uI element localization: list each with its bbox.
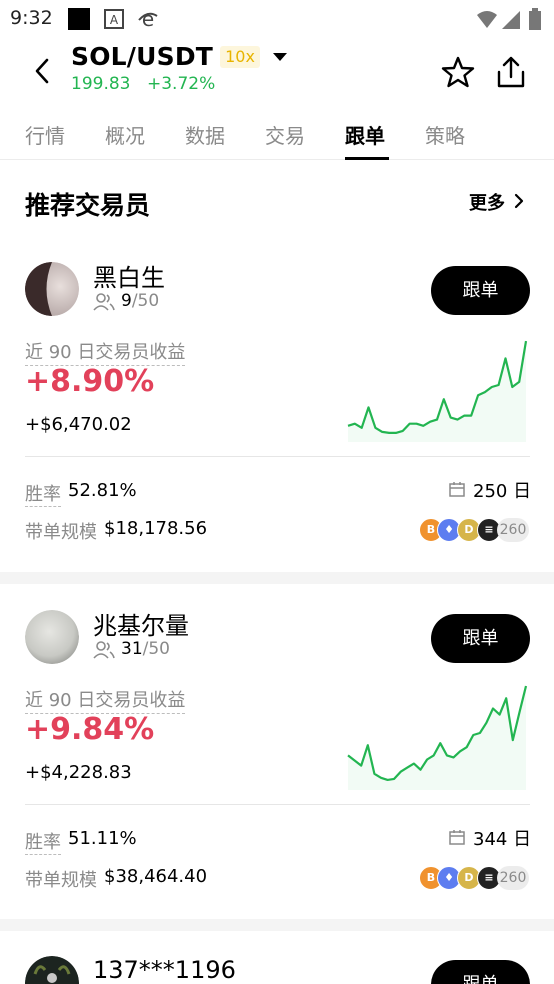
aum-value: $38,464.40 bbox=[104, 866, 208, 887]
card-divider bbox=[25, 804, 530, 805]
active-tab-indicator bbox=[345, 157, 389, 160]
battery-icon bbox=[529, 8, 541, 30]
roi-label: 近 90 日交易员收益 bbox=[25, 338, 186, 366]
win-rate-value: 51.11% bbox=[68, 828, 137, 849]
users-icon bbox=[93, 293, 115, 311]
wifi-icon bbox=[477, 11, 497, 28]
follower-current: 31 bbox=[121, 639, 143, 659]
card-divider bbox=[25, 456, 530, 457]
tab-strategy[interactable]: 策略 bbox=[425, 120, 465, 149]
pnl-value: +$6,470.02 bbox=[25, 414, 132, 435]
trader-name[interactable]: 黑白生 bbox=[93, 258, 165, 293]
roi-sparkline bbox=[347, 685, 528, 790]
coin-count: 260 bbox=[497, 518, 529, 542]
trader-card[interactable]: 黑白生 9/50 跟单 近 90 日交易员收益 +8.90% +$6,470.0… bbox=[0, 246, 554, 582]
roi-label: 近 90 日交易员收益 bbox=[25, 686, 186, 714]
follower-current: 9 bbox=[121, 291, 132, 311]
status-bar: 9:32 A e bbox=[0, 0, 554, 38]
header: SOL/USDT 10x 199.83 +3.72% bbox=[0, 38, 554, 106]
follower-count: 9/50 bbox=[121, 291, 159, 311]
caret-down-icon[interactable] bbox=[270, 48, 290, 66]
calendar-icon bbox=[449, 830, 465, 845]
status-time: 9:32 bbox=[10, 7, 53, 29]
pair-title[interactable]: SOL/USDT bbox=[71, 42, 213, 71]
copy-trade-button[interactable]: 跟单 bbox=[431, 614, 530, 663]
win-rate-label: 胜率 bbox=[25, 828, 61, 855]
chevron-right-icon[interactable] bbox=[513, 193, 525, 209]
calendar-icon bbox=[449, 482, 465, 497]
card-gap bbox=[0, 919, 554, 931]
roi-sparkline bbox=[347, 340, 528, 442]
trader-name[interactable]: 137***1196 bbox=[93, 956, 236, 984]
pnl-value: +$4,228.83 bbox=[25, 762, 132, 783]
back-icon[interactable] bbox=[28, 54, 58, 88]
a-keyboard-icon: A bbox=[104, 9, 124, 29]
star-icon[interactable] bbox=[440, 54, 476, 90]
trading-days: 250 日 bbox=[473, 481, 532, 502]
roi-value: +8.90% bbox=[25, 364, 155, 399]
tab-trade[interactable]: 交易 bbox=[265, 120, 305, 149]
coin-count: 260 bbox=[497, 866, 529, 890]
svg-text:A: A bbox=[110, 13, 119, 27]
follower-max: /50 bbox=[142, 639, 170, 659]
section-title: 推荐交易员 bbox=[25, 191, 151, 220]
share-icon[interactable] bbox=[494, 54, 528, 90]
avatar[interactable] bbox=[25, 956, 79, 984]
trader-card[interactable]: 兆基尔量 31/50 跟单 近 90 日交易员收益 +9.84% +$4,228… bbox=[0, 594, 554, 930]
more-link[interactable]: 更多 bbox=[469, 189, 505, 215]
avatar[interactable] bbox=[25, 610, 79, 664]
coin-list: B ♦ D ≡ 260 bbox=[419, 518, 531, 542]
win-rate-value: 52.81% bbox=[68, 480, 137, 501]
coin-list: B ♦ D ≡ 260 bbox=[419, 866, 531, 890]
price-change: +3.72% bbox=[147, 74, 216, 94]
svg-text:e: e bbox=[142, 8, 154, 30]
avatar[interactable] bbox=[25, 262, 79, 316]
aum-label: 带单规模 bbox=[25, 522, 97, 543]
trader-card[interactable]: 137***1196 跟单 bbox=[0, 940, 554, 984]
tab-market[interactable]: 行情 bbox=[25, 120, 65, 149]
trader-name[interactable]: 兆基尔量 bbox=[93, 606, 189, 641]
tab-data[interactable]: 数据 bbox=[185, 120, 225, 149]
follower-max: /50 bbox=[131, 291, 160, 311]
roi-value: +9.84% bbox=[25, 712, 155, 747]
copy-trade-button[interactable]: 跟单 bbox=[431, 960, 530, 984]
copy-trade-button[interactable]: 跟单 bbox=[431, 266, 530, 315]
tab-bar: 行情 概况 数据 交易 跟单 策略 bbox=[0, 106, 554, 160]
aum-value: $18,178.56 bbox=[104, 518, 208, 539]
aum-label: 带单规模 bbox=[25, 870, 97, 891]
tab-copy-trading[interactable]: 跟单 bbox=[345, 120, 385, 149]
trading-days: 344 日 bbox=[473, 829, 532, 850]
follower-count: 31/50 bbox=[121, 639, 170, 659]
browser-e-icon: e bbox=[138, 8, 158, 30]
square-notification-icon bbox=[68, 8, 90, 30]
card-gap bbox=[0, 572, 554, 584]
users-icon bbox=[93, 641, 115, 659]
signal-icon bbox=[502, 11, 520, 29]
last-price: 199.83 bbox=[71, 74, 131, 94]
leverage-badge[interactable]: 10x bbox=[220, 46, 260, 68]
win-rate-label: 胜率 bbox=[25, 480, 61, 507]
tab-overview[interactable]: 概况 bbox=[105, 120, 145, 149]
